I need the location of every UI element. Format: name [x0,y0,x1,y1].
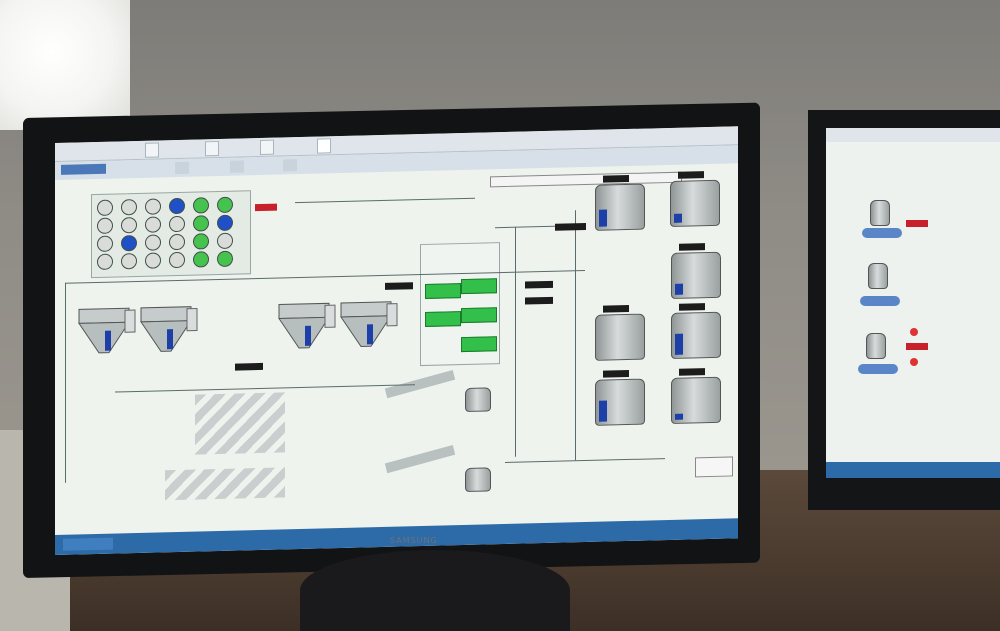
second-screen-tank [870,200,890,226]
valve-icon[interactable] [97,235,113,252]
pipe [295,197,475,204]
valve-icon[interactable] [169,233,185,251]
hopper-icon [278,302,336,349]
storage-tank[interactable] [671,376,721,424]
toolbar-icon[interactable] [230,160,244,173]
pipe [575,210,576,461]
hopper-icon [340,301,398,348]
second-screen-titlebar [826,128,1000,142]
valve-icon[interactable] [145,198,161,215]
valve-icon[interactable] [193,233,209,250]
valve-icon[interactable] [121,252,137,270]
pipe [65,282,66,483]
second-screen-alarm-tag [906,343,928,350]
tank-level-bar [675,283,683,295]
tank-level-bar [675,413,683,420]
valve-icon[interactable] [145,234,161,251]
tank-level-bar [599,400,607,422]
status-indicator[interactable] [461,336,497,353]
storage-tank[interactable] [670,179,720,227]
second-screen-red-indicator [910,328,918,336]
tank-tag [679,368,705,376]
value-tag [235,362,263,371]
tank-tag [678,171,704,179]
second-screen-tank [866,333,886,359]
hmi-tab[interactable] [260,139,274,155]
second-screen-heat-exchanger [858,364,898,374]
toolbar-icon[interactable] [175,161,189,175]
toolbar-icon[interactable] [283,159,297,172]
valve-icon[interactable] [193,215,209,232]
tank-level-bar [674,213,682,223]
tank-tag [679,243,705,251]
second-screen-red-indicator [910,358,918,366]
pipe [115,384,415,393]
tank-level-bar [675,333,683,355]
valve-icon[interactable] [145,252,161,269]
monitor-brand: SAMSUNG [390,536,438,545]
second-monitor-screen [826,128,1000,478]
crusher-unit [195,392,285,455]
tank-tag [603,304,629,313]
second-screen-heat-exchanger [860,296,900,306]
navigation-widget[interactable] [695,456,733,478]
hmi-app-label [61,163,106,175]
value-tag [525,296,553,305]
hmi-tab-active[interactable] [317,138,331,154]
valve-icon[interactable] [169,197,185,215]
alarm-tag [255,203,277,212]
storage-tank[interactable] [671,311,721,359]
hopper-icon [78,307,136,354]
valve-icon[interactable] [121,216,137,234]
valve-icon[interactable] [217,196,233,214]
valve-icon[interactable] [217,214,233,232]
screw-conveyor [165,467,285,501]
valve-icon[interactable] [145,216,161,233]
valve-icon[interactable] [121,234,137,252]
hmi-tab[interactable] [145,142,159,158]
tank-tag [603,369,629,378]
second-screen-taskbar [826,462,1000,478]
tank-level-bar [599,209,607,227]
value-tag [525,280,553,289]
second-screen-heat-exchanger [862,228,902,238]
second-screen-alarm-tag [906,220,928,227]
tank-tag [603,174,629,183]
valve-icon[interactable] [193,197,209,214]
second-screen-tank [868,263,888,289]
storage-tank-group [585,171,735,465]
storage-tank[interactable] [595,313,645,361]
storage-tank[interactable] [671,251,721,299]
status-indicator[interactable] [461,278,497,295]
status-indicator[interactable] [461,307,497,324]
window-glare [0,0,130,130]
valve-icon[interactable] [97,199,113,216]
status-indicator[interactable] [425,311,461,327]
valve-icon[interactable] [169,215,185,233]
valve-icon[interactable] [97,253,113,270]
valve-icon[interactable] [121,198,137,216]
storage-tank[interactable] [595,183,645,231]
valve-icon[interactable] [97,217,113,234]
belt-conveyor [384,444,456,474]
valve-icon[interactable] [217,232,233,250]
monitor-stand [300,550,570,631]
valve-icon[interactable] [217,250,233,268]
silo [465,467,491,492]
status-indicator[interactable] [425,283,461,299]
storage-tank[interactable] [595,378,645,426]
valve-icon[interactable] [193,251,209,268]
value-tag [385,282,413,290]
hopper-icon [140,306,198,352]
hopper-group [75,299,405,387]
hmi-tab[interactable] [205,140,219,157]
taskbar-start[interactable] [63,537,113,551]
valve-icon[interactable] [169,251,185,269]
valve-grid [97,196,247,276]
tank-tag [679,303,705,311]
value-tag [555,223,586,231]
silo [465,387,491,412]
pipe [515,226,516,457]
main-monitor-screen [55,126,738,556]
